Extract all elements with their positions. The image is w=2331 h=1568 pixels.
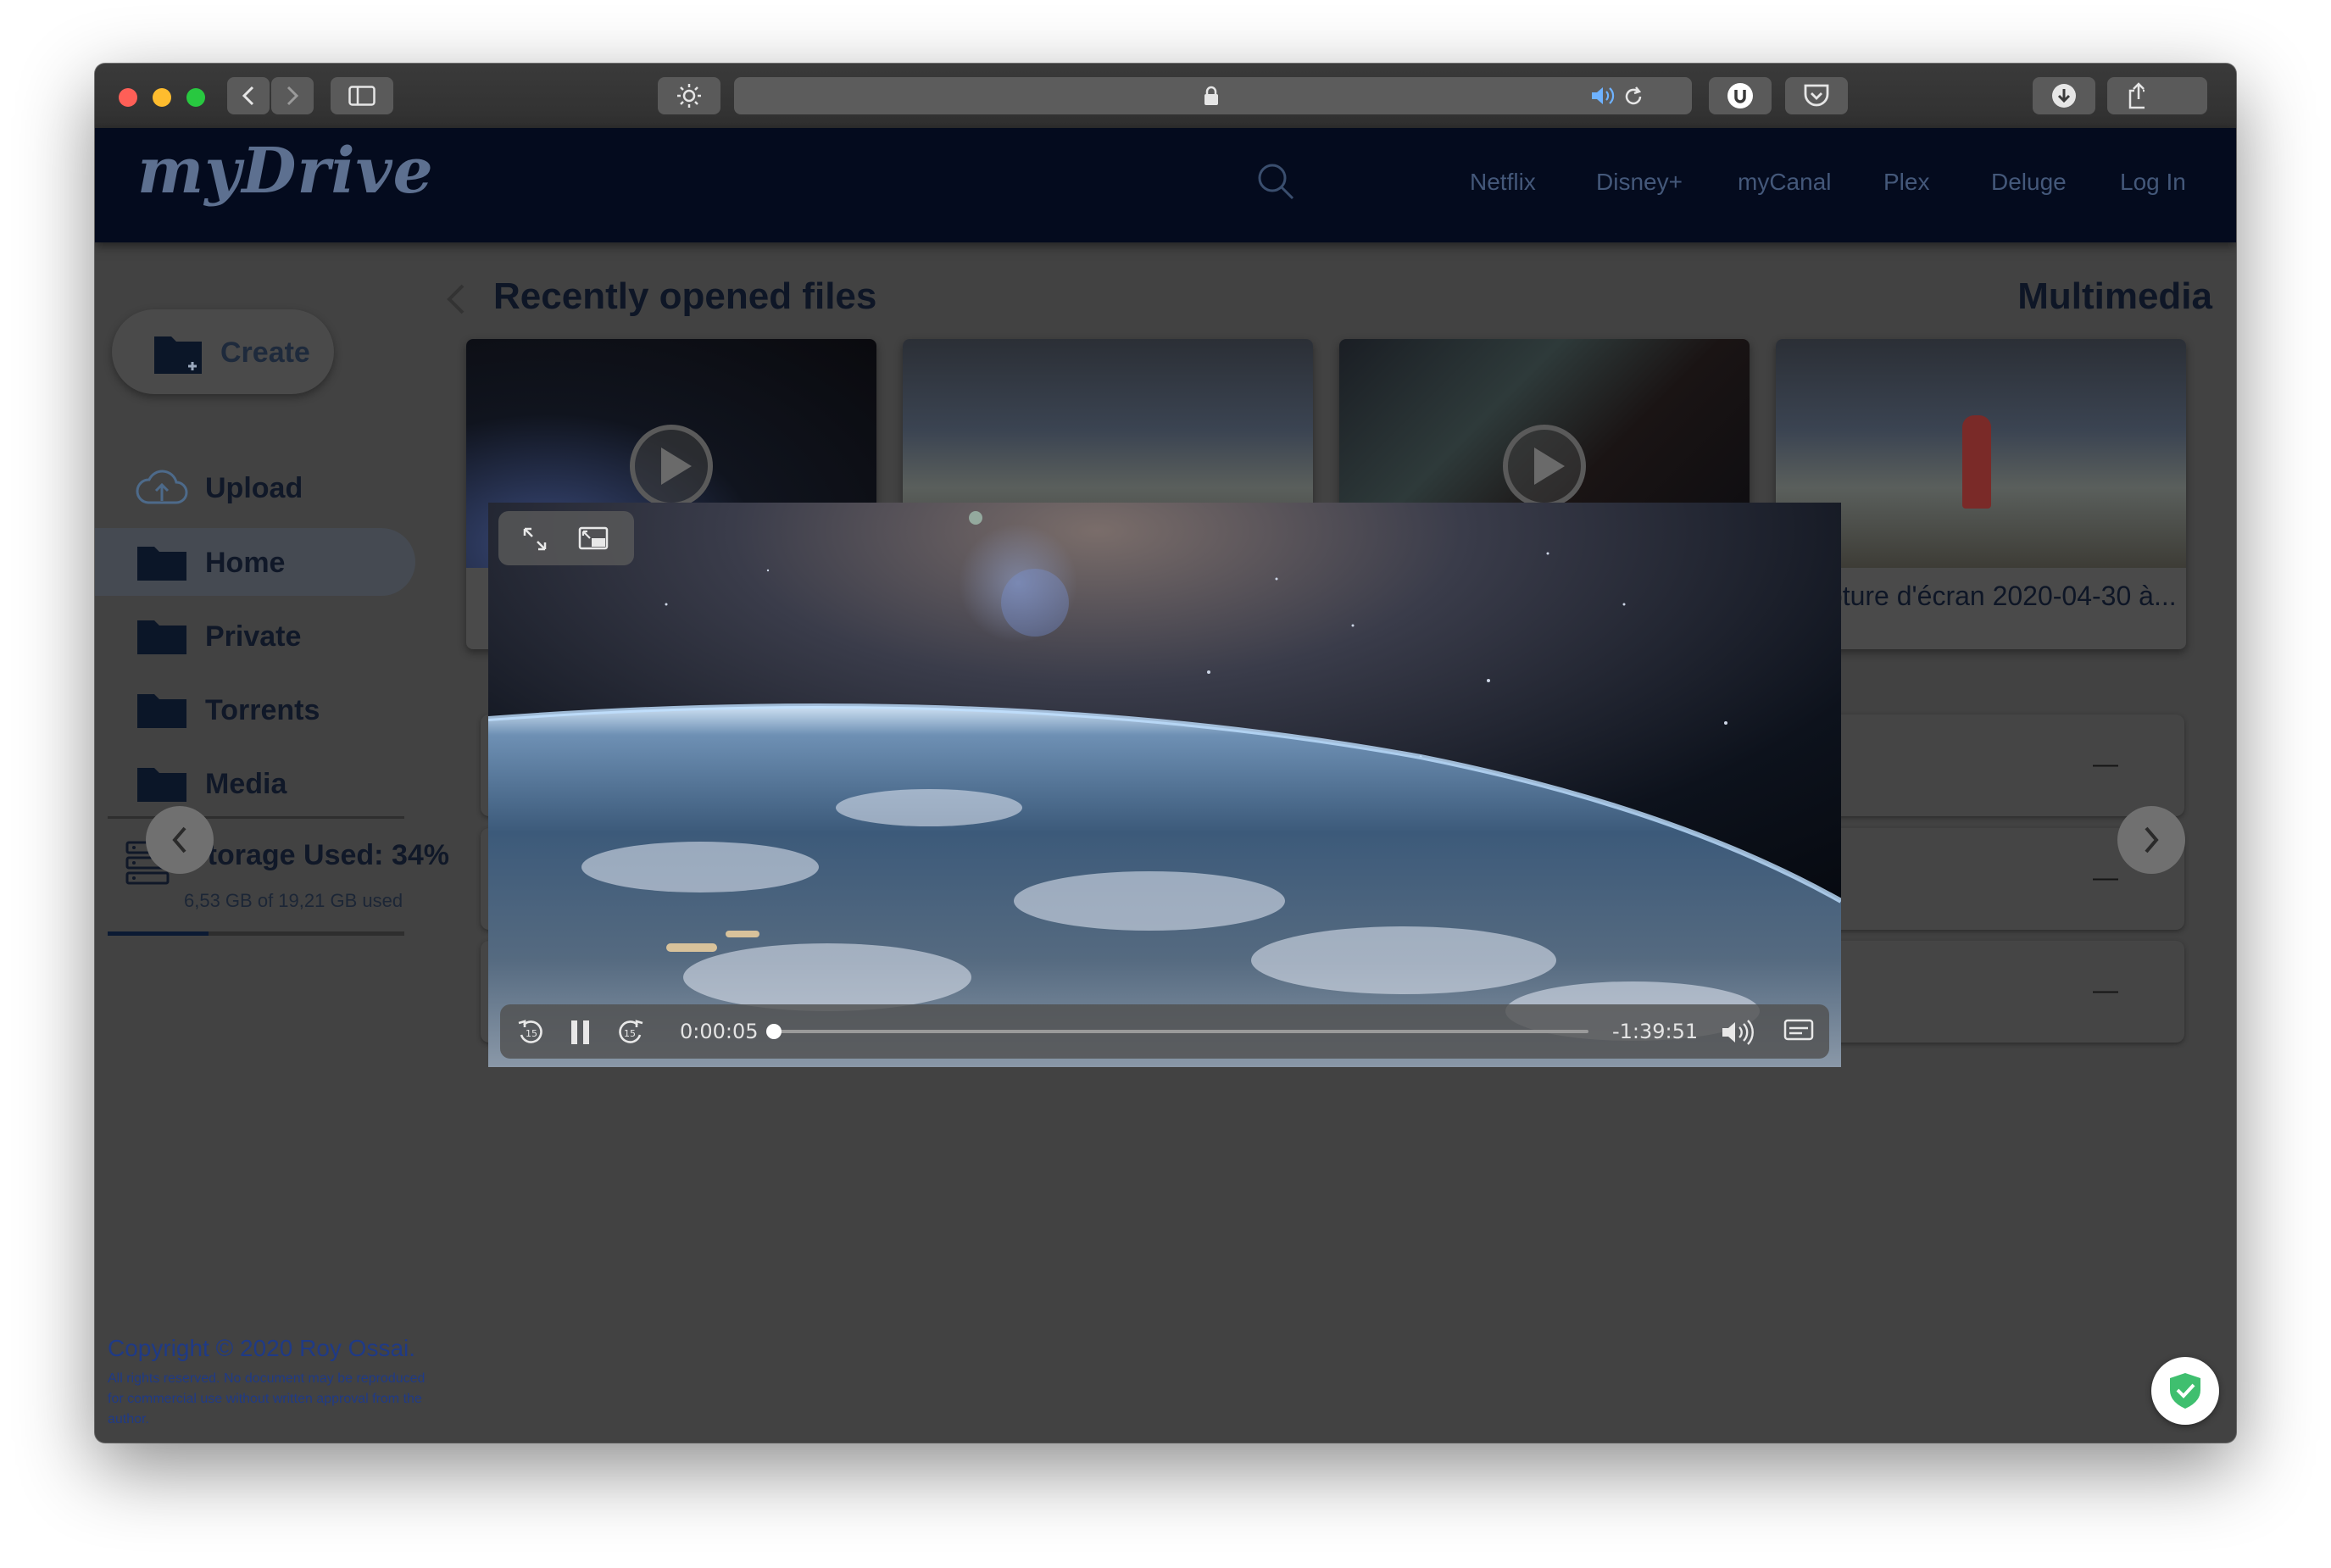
- minimize-window-button[interactable]: [153, 88, 171, 107]
- nav-link-netflix[interactable]: Netflix: [1470, 169, 1536, 196]
- browser-window: myDrive Netflix Disney+ myCanal Plex Del…: [95, 64, 2236, 1443]
- chevron-left-icon[interactable]: [442, 282, 468, 316]
- sidebar-item-upload[interactable]: Upload: [95, 453, 417, 521]
- earth-from-space-frame: [488, 503, 1841, 1067]
- create-label: Create: [220, 336, 310, 369]
- chevron-left-icon: [172, 826, 186, 854]
- browser-toolbar: [95, 64, 2236, 129]
- sun-icon: [677, 84, 701, 108]
- storage-progress-bar: [108, 931, 404, 936]
- sidebar-item-label: Private: [205, 620, 302, 653]
- ublock-extension-button[interactable]: [1709, 77, 1772, 114]
- volume-icon[interactable]: [1721, 1018, 1756, 1047]
- cloud-upload-icon: [136, 470, 188, 504]
- skip-forward-15-icon[interactable]: 15: [615, 1018, 644, 1047]
- close-window-button[interactable]: [119, 88, 137, 107]
- carousel-next-button[interactable]: [2117, 806, 2185, 874]
- rights-text: All rights reserved. No document may be …: [108, 1371, 426, 1426]
- sidebar-item-label: Torrents: [205, 694, 320, 726]
- file-name: Capture d'écran 2020-04-30 à...: [1793, 581, 2177, 611]
- svg-text:15: 15: [526, 1028, 537, 1039]
- svg-text:15: 15: [624, 1028, 636, 1039]
- sidebar-toggle-button[interactable]: [331, 77, 393, 114]
- exit-pip-icon[interactable]: [578, 526, 609, 552]
- sidebar-item-torrents[interactable]: Torrents: [95, 676, 417, 743]
- download-icon: [2052, 84, 2076, 108]
- chevron-right-icon: [2145, 826, 2159, 854]
- audio-playing-icon[interactable]: [1590, 86, 1619, 106]
- row-dash: —: [2093, 864, 2118, 892]
- section-title: Recently opened files: [493, 275, 877, 317]
- tabs-grid-button[interactable]: [2145, 77, 2207, 114]
- forward-button[interactable]: [271, 77, 314, 114]
- chevron-left-icon: [242, 86, 254, 106]
- video-control-bar: 15 15 0:00:05 -1:39:51: [500, 1004, 1829, 1059]
- play-icon: [1503, 425, 1586, 508]
- app-logo[interactable]: myDrive: [137, 135, 434, 208]
- seek-bar[interactable]: [765, 1024, 1588, 1039]
- lock-icon: [1204, 86, 1218, 105]
- expand-icon[interactable]: [522, 526, 548, 552]
- pocket-icon: [1804, 84, 1829, 107]
- skip-back-15-icon[interactable]: 15: [517, 1018, 546, 1047]
- reload-icon[interactable]: [1622, 86, 1644, 108]
- folder-icon: [137, 694, 186, 728]
- sidebar-item-private[interactable]: Private: [95, 602, 417, 670]
- seek-handle[interactable]: [765, 1024, 782, 1039]
- create-button[interactable]: Create: [112, 309, 334, 394]
- play-icon: [630, 425, 713, 508]
- folder-icon: [137, 547, 186, 581]
- sidebar-icon: [348, 86, 376, 106]
- sidebar-item-label: Media: [205, 768, 287, 800]
- security-shield-button[interactable]: [2151, 1357, 2219, 1425]
- address-bar[interactable]: [734, 77, 1692, 114]
- storage-progress-fill: [108, 931, 209, 936]
- carousel-prev-button[interactable]: [146, 806, 214, 874]
- multimedia-title: Multimedia: [2017, 275, 2212, 317]
- remaining-time: -1:39:51: [1612, 1020, 1699, 1043]
- new-folder-icon: [154, 336, 202, 374]
- sidebar-item-media[interactable]: Media: [95, 749, 417, 817]
- character-figure: [1962, 415, 1991, 509]
- nav-link-plex[interactable]: Plex: [1883, 169, 1929, 196]
- zoom-window-button[interactable]: [186, 88, 205, 107]
- folder-icon: [137, 620, 186, 654]
- search-icon[interactable]: [1256, 162, 1295, 201]
- sidebar-item-home[interactable]: Home: [95, 528, 415, 596]
- row-dash: —: [2093, 976, 2118, 1004]
- pocket-extension-button[interactable]: [1785, 77, 1848, 114]
- subtitles-icon[interactable]: [1783, 1018, 1814, 1043]
- ublock-shield-icon: [1727, 83, 1753, 108]
- storage-used-detail: 6,53 GB of 19,21 GB used: [184, 890, 403, 911]
- pip-controls: [498, 511, 634, 565]
- row-dash: —: [2093, 750, 2118, 778]
- chevron-right-icon: [287, 86, 299, 106]
- nav-link-disney[interactable]: Disney+: [1596, 169, 1683, 196]
- sidebar-item-label: Upload: [205, 472, 303, 504]
- nav-link-mycanal[interactable]: myCanal: [1738, 169, 1831, 196]
- storage-used-title: Storage Used: 34%: [188, 839, 449, 871]
- folder-icon: [137, 768, 186, 802]
- elapsed-time: 0:00:05: [680, 1020, 759, 1043]
- downloads-button[interactable]: [2033, 77, 2095, 114]
- appearance-button[interactable]: [658, 77, 720, 114]
- sidebar-item-label: Home: [205, 547, 286, 579]
- copyright-text: Copyright © 2020 Roy Ossai.: [108, 1335, 416, 1361]
- nav-link-login[interactable]: Log In: [2120, 169, 2186, 196]
- back-button[interactable]: [227, 77, 270, 114]
- app-header: myDrive Netflix Disney+ myCanal Plex Del…: [95, 128, 2236, 242]
- video-player[interactable]: 15 15 0:00:05 -1:39:51: [488, 503, 1841, 1067]
- shield-check-icon: [2170, 1373, 2200, 1409]
- nav-link-deluge[interactable]: Deluge: [1991, 169, 2067, 196]
- pause-icon[interactable]: [568, 1018, 593, 1047]
